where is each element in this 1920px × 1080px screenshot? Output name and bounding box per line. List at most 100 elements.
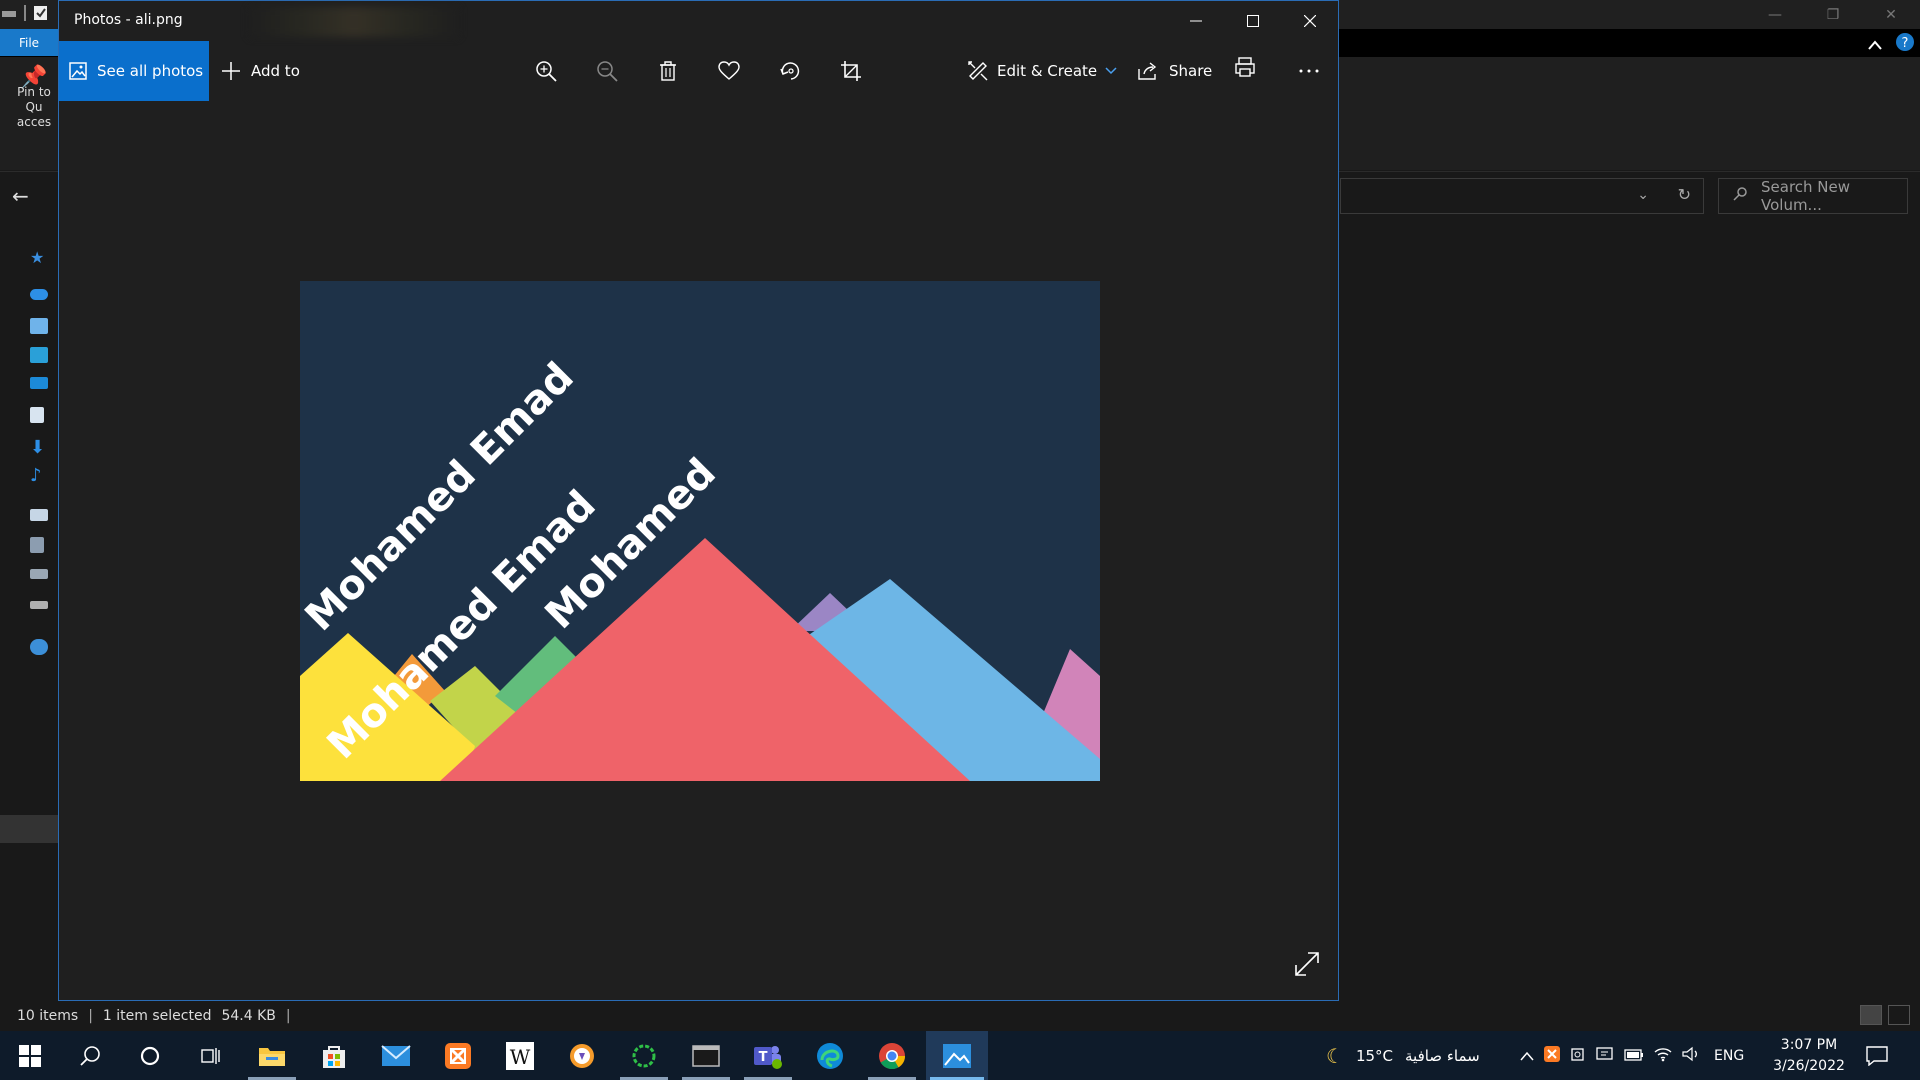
see-all-photos-button[interactable]: See all photos <box>59 41 209 101</box>
refresh-icon[interactable]: ↻ <box>1678 185 1691 204</box>
cortana-button[interactable] <box>122 1031 178 1080</box>
add-to-label: Add to <box>251 62 300 80</box>
file-tab[interactable]: File <box>0 29 58 56</box>
music-icon[interactable]: ♪ <box>30 465 48 486</box>
network-icon[interactable] <box>30 639 48 655</box>
taskbar-edge[interactable] <box>802 1031 858 1080</box>
drive-c-icon[interactable] <box>30 569 48 579</box>
mail-icon <box>381 1044 411 1066</box>
desktop-icon[interactable] <box>30 377 48 389</box>
maximize-button[interactable] <box>1224 1 1281 41</box>
explorer-minimize-button[interactable]: — <box>1746 0 1804 29</box>
explorer-close-button[interactable]: ✕ <box>1862 0 1920 29</box>
svg-text:T: T <box>759 1050 768 1065</box>
explorer-status-bar: 10 items | 1 item selected 54.4 KB | <box>0 1000 1920 1031</box>
search-icon <box>1733 187 1747 205</box>
close-button[interactable] <box>1281 1 1338 41</box>
chevron-down-icon[interactable]: ⌄ <box>1637 187 1649 203</box>
device-tray-icon[interactable] <box>1596 1046 1614 1066</box>
xampp-icon <box>445 1042 471 1069</box>
large-icons-view-icon[interactable] <box>1888 1005 1910 1025</box>
drive-d-icon[interactable] <box>30 601 48 609</box>
taskbar-mail[interactable] <box>368 1031 424 1080</box>
favorite-button[interactable] <box>714 56 744 86</box>
help-icon[interactable]: ? <box>1896 33 1914 55</box>
delete-button[interactable] <box>653 56 683 86</box>
share-button[interactable]: Share <box>1137 41 1212 101</box>
star-icon[interactable]: ★ <box>30 248 48 267</box>
taskbar-loading-app[interactable] <box>616 1031 672 1080</box>
edit-create-button[interactable]: Edit & Create <box>967 41 1117 101</box>
explorer-restore-button[interactable]: ❐ <box>1804 0 1862 29</box>
clock[interactable]: 3:07 PM 3/26/2022 <box>1764 1035 1854 1077</box>
photo-viewer-canvas[interactable]: Mohamed Emad Mohamed Emad Mohamed <box>59 101 1338 1000</box>
moon-icon: ☾ <box>1326 1043 1344 1068</box>
pictures-icon[interactable] <box>30 509 48 521</box>
camera-tray-icon[interactable] <box>1570 1046 1586 1066</box>
minimize-button[interactable] <box>1167 1 1224 41</box>
volume-icon[interactable] <box>1682 1046 1700 1066</box>
search-icon <box>80 1045 100 1066</box>
chevron-down-icon <box>1105 67 1117 75</box>
more-icon <box>1299 69 1319 73</box>
pin-to-quick-access-button[interactable]: 📌 Pin to Qu acces <box>8 67 60 130</box>
fullscreen-button[interactable] <box>1294 951 1324 981</box>
action-center-button[interactable] <box>1866 1031 1888 1080</box>
zoom-out-button[interactable] <box>592 56 622 86</box>
properties-icon[interactable] <box>32 4 50 22</box>
computer-icon[interactable] <box>30 318 48 334</box>
input-language[interactable]: ENG <box>1714 1048 1744 1064</box>
address-bar[interactable]: ⌄ ↻ <box>1340 178 1704 214</box>
item-count: 10 items <box>17 1007 79 1024</box>
rotate-icon <box>780 62 800 80</box>
back-arrow-icon[interactable]: ← <box>12 184 29 208</box>
nav-selected-highlight <box>0 815 58 843</box>
task-view-button[interactable] <box>182 1031 238 1080</box>
zoom-in-button[interactable] <box>531 56 561 86</box>
close-icon <box>1303 15 1316 27</box>
print-button[interactable] <box>1234 56 1264 86</box>
battery-icon[interactable] <box>1624 1047 1644 1065</box>
crop-button[interactable] <box>836 56 866 86</box>
notification-icon <box>1866 1045 1888 1066</box>
taskbar-chrome[interactable] <box>864 1031 920 1080</box>
cloud-icon[interactable] <box>30 289 48 300</box>
downloads-icon[interactable]: ⬇ <box>30 437 48 458</box>
displayed-image[interactable]: Mohamed Emad Mohamed Emad Mohamed <box>300 281 1100 781</box>
taskbar-wikipedia[interactable]: W <box>492 1031 548 1080</box>
photos-toolbar: See all photos Add to Edit & Create Shar… <box>59 41 1338 101</box>
wifi-icon[interactable] <box>1654 1046 1672 1066</box>
videos-icon[interactable] <box>30 537 44 553</box>
photos-icon <box>69 62 87 80</box>
show-hidden-icons-chevron-icon[interactable] <box>1520 1047 1534 1065</box>
details-view-icon[interactable] <box>1860 1005 1882 1025</box>
expand-icon <box>1295 952 1319 976</box>
start-button[interactable] <box>2 1031 58 1080</box>
taskbar-brave[interactable] <box>554 1031 610 1080</box>
browser-icon <box>570 1043 594 1068</box>
chevron-up-icon[interactable] <box>1868 35 1882 54</box>
3d-objects-icon[interactable] <box>30 347 48 363</box>
taskbar-photos[interactable] <box>926 1031 988 1080</box>
taskbar-store[interactable] <box>306 1031 362 1080</box>
taskbar-teams[interactable]: T <box>740 1031 796 1080</box>
search-box[interactable]: Search New Volum... <box>1718 178 1908 214</box>
taskbar-file-explorer[interactable] <box>244 1031 300 1080</box>
add-to-button[interactable]: Add to <box>221 41 300 101</box>
svg-text:?: ? <box>1902 36 1909 51</box>
taskbar-xampp[interactable] <box>430 1031 486 1080</box>
cortana-icon <box>140 1046 160 1065</box>
drive-icon[interactable] <box>0 4 18 22</box>
teams-icon: T <box>754 1045 782 1069</box>
window-title: Photos - ali.png <box>74 12 183 28</box>
more-options-button[interactable] <box>1294 56 1324 86</box>
search-button[interactable] <box>62 1031 118 1080</box>
weather-widget[interactable]: ☾ 15°C سماء صافية <box>1326 1031 1480 1080</box>
weather-description: سماء صافية <box>1405 1046 1480 1065</box>
rotate-button[interactable] <box>775 56 805 86</box>
documents-icon[interactable] <box>30 407 44 423</box>
photos-titlebar[interactable]: Photos - ali.png <box>59 1 1338 41</box>
taskbar-terminal[interactable] <box>678 1031 734 1080</box>
xampp-tray-icon[interactable] <box>1544 1045 1560 1066</box>
search-placeholder: Search New Volum... <box>1761 178 1851 214</box>
